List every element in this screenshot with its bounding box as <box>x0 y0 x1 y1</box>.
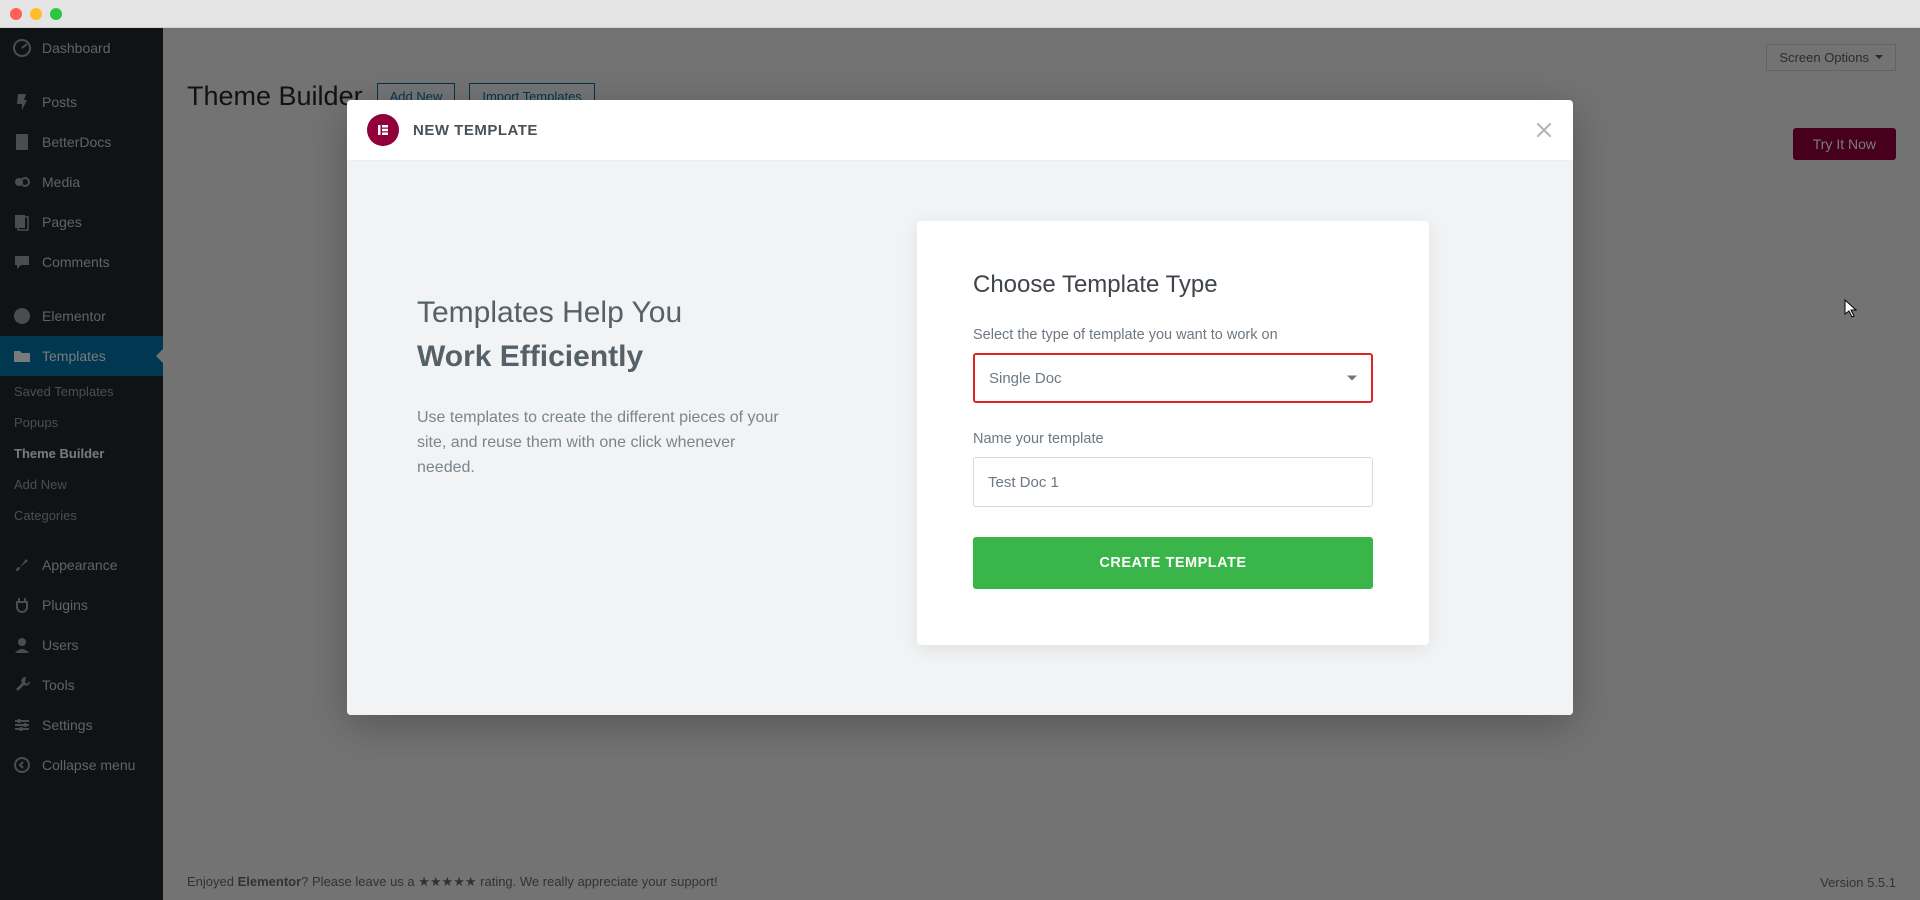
macos-titlebar <box>0 0 1920 28</box>
template-name-label: Name your template <box>973 431 1373 447</box>
template-name-input[interactable] <box>973 457 1373 507</box>
template-form-card: Choose Template Type Select the type of … <box>917 221 1429 645</box>
modal-body: Templates Help You Work Efficiently Use … <box>347 161 1573 715</box>
modal-title: NEW TEMPLATE <box>413 122 538 139</box>
modal-intro: Templates Help You Work Efficiently Use … <box>417 221 837 480</box>
window-maximize-dot[interactable] <box>50 8 62 20</box>
intro-heading: Templates Help You Work Efficiently <box>417 291 837 378</box>
template-type-value: Single Doc <box>989 370 1062 387</box>
close-icon <box>1535 121 1553 139</box>
intro-line1: Templates Help You <box>417 296 682 329</box>
window-minimize-dot[interactable] <box>30 8 42 20</box>
intro-line2: Work Efficiently <box>417 340 643 373</box>
chevron-down-icon <box>1347 376 1357 386</box>
template-type-select[interactable]: Single Doc <box>973 353 1373 403</box>
card-title: Choose Template Type <box>973 271 1373 299</box>
new-template-modal: NEW TEMPLATE Templates Help You Work Eff… <box>347 100 1573 715</box>
intro-description: Use templates to create the different pi… <box>417 406 797 480</box>
modal-header: NEW TEMPLATE <box>347 100 1573 161</box>
elementor-logo-icon <box>367 114 399 146</box>
mouse-cursor-icon <box>1844 299 1858 319</box>
window-close-dot[interactable] <box>10 8 22 20</box>
modal-overlay[interactable]: NEW TEMPLATE Templates Help You Work Eff… <box>0 28 1920 900</box>
template-type-label: Select the type of template you want to … <box>973 327 1373 343</box>
create-template-button[interactable]: CREATE TEMPLATE <box>973 537 1373 589</box>
modal-close-button[interactable] <box>1535 121 1553 139</box>
